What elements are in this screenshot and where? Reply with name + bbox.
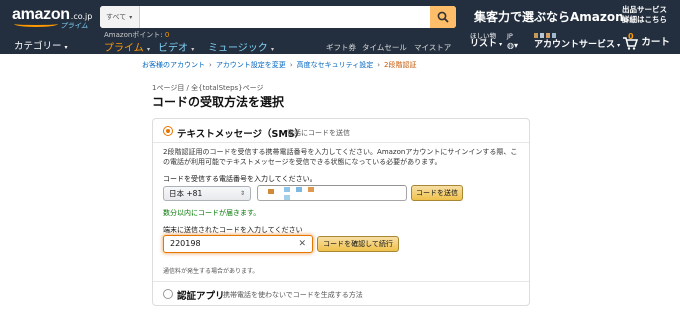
- sms-subtitle: 電話にコードを送信: [287, 129, 350, 137]
- country-code-select[interactable]: 日本 +81 ⇕: [163, 186, 251, 201]
- auth-app-subtitle: 携帯電話を使わないでコードを生成する方法: [223, 291, 363, 299]
- auth-app-option[interactable]: 認証アプリ 携帯電話を使わないでコードを生成する方法: [153, 281, 529, 305]
- sms-description: 2段階認証用のコードを受信する携帯電話番号を入力してください。Amazonアカウ…: [163, 148, 518, 166]
- redacted-digit: [268, 189, 274, 194]
- search-category-label: すべて: [106, 13, 127, 21]
- chevron-down-icon: ▾: [617, 42, 621, 49]
- verification-code-input[interactable]: 220198 ✕: [163, 235, 313, 253]
- music-menu[interactable]: ミュージック ▾: [208, 39, 274, 54]
- page-title: コードの受取方法を選択: [152, 95, 285, 109]
- method-selection-card: テキストメッセージ（SMS） 電話にコードを送信 2段階認証用のコードを受信する…: [152, 118, 530, 306]
- clear-icon[interactable]: ✕: [298, 236, 306, 252]
- cart-label: カート: [641, 37, 670, 48]
- amazon-logo[interactable]: amazon.co.jp プライム: [12, 4, 93, 30]
- chevron-down-icon: ▾: [129, 14, 133, 21]
- sms-title: テキストメッセージ（SMS）: [177, 129, 305, 140]
- redacted-digit: [308, 187, 314, 192]
- breadcrumb-item[interactable]: 高度なセキュリティ設定: [297, 61, 374, 69]
- search-bar: すべて ▾: [100, 6, 456, 28]
- redacted-digit: [296, 187, 302, 192]
- search-button[interactable]: [430, 6, 456, 28]
- nav-bottom: カテゴリー ▾ Amazonポイント: 0 プライム ▾ ビデオ ▾ ミュージッ…: [0, 30, 680, 54]
- breadcrumb-current: 2段階認証: [384, 61, 417, 69]
- language-selector[interactable]: JP ◍▾: [507, 32, 518, 50]
- breadcrumb-separator: ›: [289, 61, 293, 69]
- redacted-digit: [284, 187, 290, 192]
- auth-app-title: 認証アプリ: [177, 291, 225, 302]
- chevron-down-icon: ▾: [499, 41, 503, 48]
- promo-banner[interactable]: 集客力で選ぶならAmazon。: [474, 8, 636, 25]
- language-label: JP: [507, 32, 513, 40]
- logo-suffix: .co.jp: [70, 12, 93, 21]
- account-menu[interactable]: アカウントサービス ▾: [534, 32, 620, 50]
- redacted-digit: [284, 195, 290, 200]
- sms-radio[interactable]: [163, 126, 173, 136]
- sell-line2: 詳細はこちら: [622, 15, 667, 24]
- search-input[interactable]: [140, 6, 430, 28]
- chevron-updown-icon: ⇕: [239, 190, 245, 197]
- nav-bar: amazon.co.jp プライム すべて ▾ 集客力で選ぶならAmazon。 出…: [0, 0, 680, 54]
- sms-option-header[interactable]: テキストメッセージ（SMS） 電話にコードを送信: [153, 119, 529, 143]
- phone-number-input[interactable]: [257, 185, 407, 201]
- code-value: 220198: [170, 239, 201, 248]
- auth-app-radio[interactable]: [163, 289, 173, 299]
- prime-menu[interactable]: プライム ▾: [104, 39, 150, 54]
- phone-label: コードを受信する電話番号を入力してください。: [163, 175, 317, 183]
- my-store-link[interactable]: マイストア: [414, 42, 451, 53]
- country-code-value: 日本 +81: [169, 189, 203, 198]
- cart-link[interactable]: 0 カート: [622, 32, 670, 50]
- points-value: 0: [164, 31, 170, 39]
- breadcrumb-separator: ›: [377, 61, 381, 69]
- sell-line1: 出品サービス: [622, 5, 667, 14]
- code-label: 端末に送信されたコードを入力してください: [163, 226, 303, 234]
- nav-top: amazon.co.jp プライム すべて ▾ 集客力で選ぶならAmazon。 出…: [0, 0, 680, 30]
- account-label: アカウントサービス: [534, 40, 616, 50]
- time-sale-link[interactable]: タイムセール: [362, 42, 407, 53]
- wish-list-menu[interactable]: ほしい物 リスト ▾: [470, 32, 502, 49]
- chevron-down-icon: ▾: [271, 46, 275, 53]
- step-indicator: 1ページ目 / 全{totalSteps}ページ: [152, 84, 264, 92]
- breadcrumb-separator: ›: [209, 61, 212, 69]
- send-code-button[interactable]: コードを送信: [411, 185, 463, 201]
- breadcrumb-item[interactable]: アカウント設定を変更: [216, 61, 286, 69]
- chevron-down-icon: ▾: [191, 46, 195, 53]
- globe-icon: ◍▾: [507, 41, 518, 50]
- breadcrumb: お客様のアカウント › アカウント設定を変更 › 高度なセキュリティ設定 › 2段階認証: [142, 60, 417, 70]
- code-sent-message: 数分以内にコードが届きます。: [163, 209, 261, 217]
- cart-count: 0: [628, 32, 634, 41]
- breadcrumb-item[interactable]: お客様のアカウント: [142, 61, 205, 69]
- seller-services-link[interactable]: 出品サービス 詳細はこちら: [622, 5, 667, 25]
- video-menu[interactable]: ビデオ ▾: [158, 39, 194, 54]
- points-label: Amazonポイント:: [104, 31, 163, 39]
- wish-list-label: リスト: [470, 39, 498, 49]
- chevron-down-icon: ▾: [147, 46, 151, 53]
- music-label: ミュージック: [208, 43, 268, 54]
- category-menu-label: カテゴリー: [14, 41, 62, 52]
- search-icon: [437, 11, 449, 23]
- prime-label: プライム: [104, 43, 144, 54]
- category-menu[interactable]: カテゴリー ▾: [14, 38, 68, 52]
- smile-icon: [14, 21, 58, 27]
- video-label: ビデオ: [158, 43, 188, 54]
- search-category-select[interactable]: すべて ▾: [100, 6, 140, 28]
- fee-note: 通信料が発生する場合があります。: [163, 268, 259, 275]
- verify-continue-button[interactable]: コードを確認して続行: [317, 236, 399, 252]
- gift-card-link[interactable]: ギフト券: [326, 42, 356, 53]
- chevron-down-icon: ▾: [64, 44, 68, 51]
